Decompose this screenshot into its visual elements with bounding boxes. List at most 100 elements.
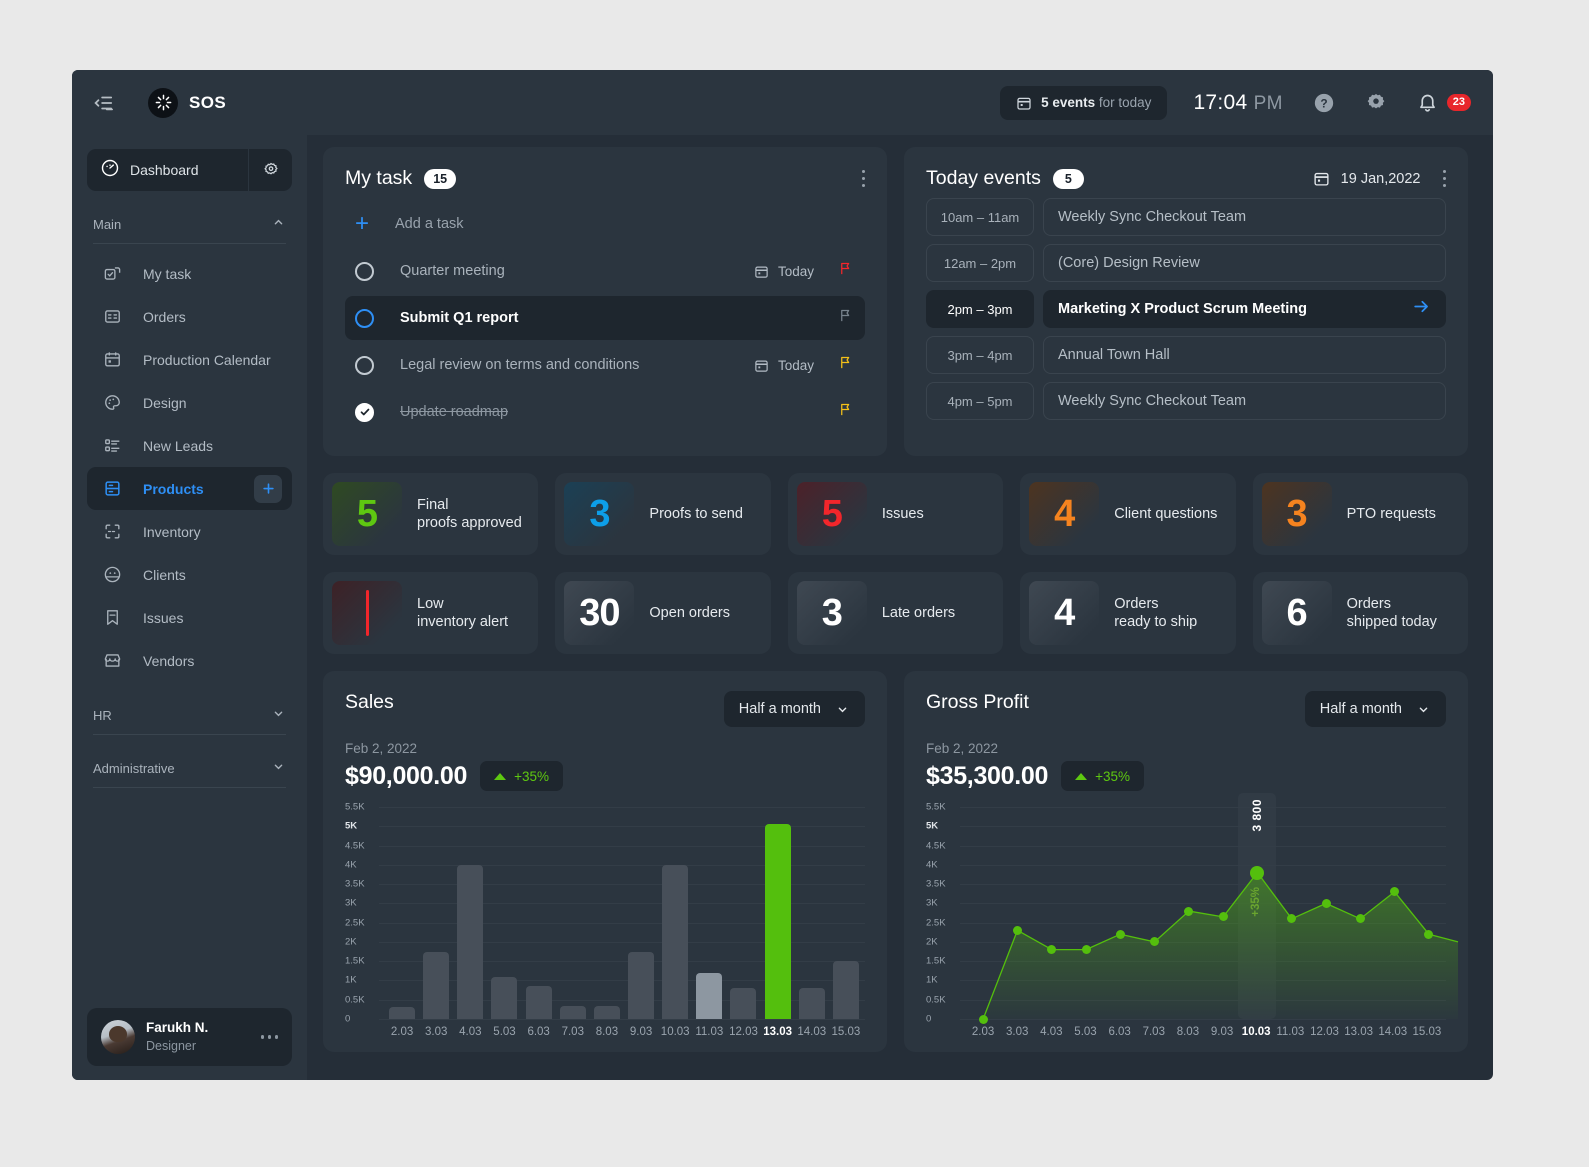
task-row[interactable]: Submit Q1 report [345,296,865,340]
bar-column[interactable] [829,807,863,1019]
bar-column[interactable] [624,807,658,1019]
bar[interactable] [730,988,757,1019]
event-row[interactable]: 4pm – 5pm Weekly Sync Checkout Team [926,382,1446,420]
y-axis-tick-label: 0 [345,1013,351,1025]
x-axis-tick-label: 11.03 [695,1026,724,1038]
stat-card[interactable]: 5 Issues [787,473,1004,555]
bookmark-icon [107,610,118,625]
my-task-more-icon[interactable] [861,169,865,188]
bar-column[interactable] [419,807,453,1019]
bar[interactable] [491,976,518,1019]
bar[interactable] [798,988,825,1019]
user-profile[interactable]: Farukh N. Designer [87,1008,292,1066]
bar[interactable] [423,951,450,1019]
task-flag-icon[interactable] [838,261,853,281]
bar-column[interactable] [692,807,726,1019]
sidebar-item-new-leads[interactable]: New Leads [87,424,292,467]
gear-icon[interactable] [1365,92,1387,114]
sidebar-item-inventory[interactable]: Inventory [87,510,292,553]
stat-card[interactable]: 3 Proofs to send [555,473,771,555]
y-axis-tick-label: 3K [345,897,357,909]
notification-count-badge[interactable]: 23 [1446,93,1471,112]
task-checkbox[interactable] [355,402,374,422]
bar[interactable] [593,1005,620,1019]
bar-column[interactable] [453,807,487,1019]
bar[interactable] [525,986,552,1019]
task-checkbox[interactable] [355,261,374,281]
bar-column[interactable] [556,807,590,1019]
stat-card[interactable]: 5 Final proofs approved [323,473,539,555]
bar[interactable] [764,824,791,1019]
gross-profit-range-select[interactable]: Half a month [1304,691,1446,727]
today-events-more-icon[interactable] [1442,169,1446,188]
sidebar-item-vendors[interactable]: Vendors [87,639,292,682]
sidebar-item-my-task[interactable]: My task [87,252,292,295]
task-row[interactable]: Quarter meeting Today [345,249,865,293]
data-point[interactable] [1250,865,1265,880]
sidebar-section-administrative[interactable]: Administrative [87,749,292,787]
bar-column[interactable] [761,807,795,1019]
data-point[interactable] [1424,929,1434,939]
stat-card[interactable]: 4 Orders ready to ship [1020,572,1236,654]
help-icon[interactable]: ? [1313,92,1335,114]
dashboard-settings-button[interactable] [248,149,292,191]
bar[interactable] [662,864,689,1019]
data-point[interactable] [978,1014,988,1024]
bar-column[interactable] [726,807,760,1019]
add-product-button[interactable] [254,474,282,503]
data-point[interactable] [1184,906,1194,916]
bar-column[interactable] [590,807,624,1019]
bar[interactable] [457,864,484,1019]
sidebar-item-issues[interactable]: Issues [87,596,292,639]
bar[interactable] [832,961,859,1019]
sidebar-item-production-calendar[interactable]: Production Calendar [87,338,292,381]
sidebar-item-orders[interactable]: Orders [87,295,292,338]
profile-more-icon[interactable] [260,1035,278,1039]
bar-column[interactable] [385,807,419,1019]
task-row[interactable]: Legal review on terms and conditions Tod… [345,343,865,387]
bar[interactable] [628,951,655,1019]
task-flag-icon[interactable] [838,355,853,375]
bell-icon[interactable] [1417,92,1439,114]
bar[interactable] [559,1005,586,1019]
task-checkbox[interactable] [355,355,374,375]
event-row[interactable]: 2pm – 3pm Marketing X Product Scrum Meet… [926,290,1446,328]
sidebar-item-clients[interactable]: Clients [87,553,292,596]
bar-column[interactable] [795,807,829,1019]
stat-card[interactable]: 6 Orders shipped today [1252,572,1469,654]
events-today-pill[interactable]: 5 events for today [1000,85,1168,120]
stat-card-low-inventory[interactable]: Low inventory alert [323,572,539,654]
event-row[interactable]: 3pm – 4pm Annual Town Hall [926,336,1446,374]
data-point[interactable] [1355,914,1365,924]
sidebar-item-products[interactable]: Products [87,467,292,510]
bar-column[interactable] [658,807,692,1019]
bar-column[interactable] [522,807,556,1019]
stat-card[interactable]: 30 Open orders [555,572,771,654]
event-open-arrow-icon[interactable] [1412,297,1431,321]
data-point[interactable] [1081,945,1091,955]
sidebar-item-dashboard[interactable]: Dashboard [87,149,292,191]
sidebar-item-design[interactable]: Design [87,381,292,424]
task-flag-icon[interactable] [838,402,853,422]
event-row[interactable]: 12am – 2pm (Core) Design Review [926,244,1446,282]
bar[interactable] [389,1007,416,1019]
task-checkbox[interactable] [355,308,374,328]
collapse-sidebar-icon[interactable] [92,92,114,114]
stat-card[interactable]: 3 Late orders [787,572,1004,654]
bar[interactable] [696,972,723,1019]
sales-range-select[interactable]: Half a month [723,691,865,727]
data-point[interactable] [1115,929,1125,939]
data-point[interactable] [1218,912,1228,922]
task-flag-icon[interactable] [838,308,853,328]
data-point[interactable] [1012,925,1022,935]
data-point[interactable] [1321,898,1331,908]
stat-card[interactable]: 3 PTO requests [1252,473,1469,555]
today-events-date[interactable]: 19 Jan,2022 [1313,170,1421,187]
bar-column[interactable] [487,807,521,1019]
stat-card[interactable]: 4 Client questions [1020,473,1236,555]
sidebar-section-hr[interactable]: HR [87,696,292,734]
task-row[interactable]: Update roadmap [345,390,865,434]
add-task-button[interactable]: + Add a task [345,202,865,246]
sidebar-section-main[interactable]: Main [87,205,292,243]
event-row[interactable]: 10am – 11am Weekly Sync Checkout Team [926,198,1446,236]
